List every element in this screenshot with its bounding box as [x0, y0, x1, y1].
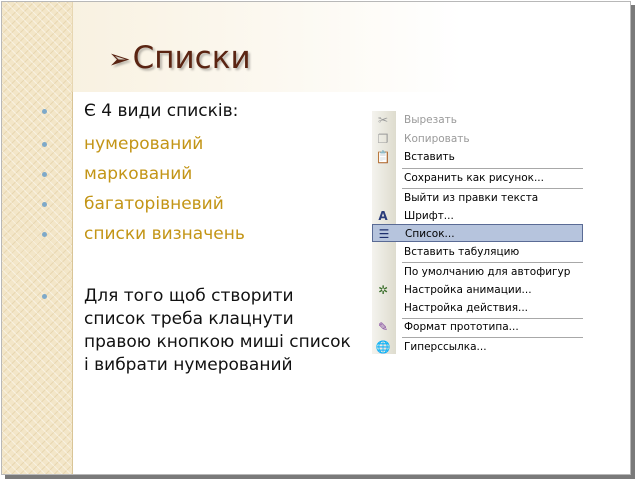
- bullet-text: нумерований: [84, 134, 204, 154]
- instruction-paragraph: Для того щоб створити список треба клацн…: [42, 285, 351, 377]
- paste-icon: 📋: [375, 150, 391, 164]
- menu-item-label: Настройка действия...: [404, 302, 529, 314]
- bullet-dot-icon: [42, 202, 47, 207]
- menu-item-label: Настройка анимации...: [404, 284, 532, 296]
- bullet-text: багаторівневий: [84, 194, 224, 214]
- menu-item-label: Список...: [405, 228, 455, 240]
- bullet-dot-icon: [42, 142, 47, 147]
- bullet-text: списки визначень: [84, 224, 245, 244]
- bullet-text: маркований: [84, 164, 193, 184]
- animation-icon: ✲: [377, 283, 389, 297]
- bullet-dot-icon: [42, 294, 47, 299]
- menu-item-label: Вырезать: [404, 114, 457, 126]
- menu-item-label: Вставить табуляцию: [404, 246, 520, 258]
- menu-item-insert-tab[interactable]: Вставить табуляцию: [372, 243, 583, 261]
- menu-item-paste[interactable]: 📋 Вставить: [372, 148, 583, 166]
- menu-item-exit-text-edit[interactable]: Выйти из правки текста: [372, 189, 583, 207]
- menu-item-cut[interactable]: ✂ Вырезать: [372, 111, 583, 129]
- bullet-item: списки визначень: [42, 223, 245, 245]
- menu-item-hyperlink[interactable]: 🌐 Гиперссылка...: [372, 338, 583, 356]
- paragraph-line: правою кнопкою миші список: [84, 332, 351, 352]
- bullet-item: маркований: [42, 163, 193, 185]
- menu-item-label: Гиперссылка...: [404, 341, 487, 353]
- menu-item-copy[interactable]: ❐ Копировать: [372, 130, 583, 148]
- bullet-dot-icon: [42, 172, 47, 177]
- paragraph-line: і вибрати нумерований: [84, 355, 293, 375]
- hyperlink-icon: 🌐: [375, 340, 391, 354]
- menu-item-save-as-picture[interactable]: Сохранить как рисунок...: [372, 169, 583, 187]
- paragraph-line: список треба клацнути: [84, 309, 294, 329]
- bullet-dot-icon: [42, 232, 47, 237]
- font-icon: A: [378, 209, 388, 223]
- menu-item-label: По умолчанию для автофигур: [404, 266, 571, 278]
- format-icon: ✎: [377, 320, 389, 334]
- list-icon: ☰: [378, 227, 390, 241]
- bullet-text: Є 4 види списків:: [84, 101, 239, 121]
- menu-item-label: Вставить: [404, 151, 455, 163]
- menu-item-label: Копировать: [404, 133, 470, 145]
- menu-item-action-settings[interactable]: Настройка действия...: [372, 299, 583, 317]
- menu-item-label: Выйти из правки текста: [404, 192, 539, 204]
- menu-item-list[interactable]: ☰ Список...: [372, 224, 583, 242]
- slide: ➢ Списки Є 4 види списків: нумерований м…: [1, 1, 631, 475]
- copy-icon: ❐: [377, 132, 389, 146]
- bullet-item: багаторівневий: [42, 193, 224, 215]
- menu-item-format-placeholder[interactable]: ✎ Формат прототипа...: [372, 318, 583, 336]
- paragraph-line: Для того щоб створити: [84, 286, 294, 306]
- menu-item-label: Шрифт...: [404, 210, 454, 222]
- bullet-item: Є 4 види списків:: [42, 100, 239, 122]
- menu-item-label: Формат прототипа...: [404, 321, 519, 333]
- context-menu: ✂ Вырезать ❐ Копировать 📋 Вставить Сохра…: [372, 111, 583, 354]
- menu-item-animation[interactable]: ✲ Настройка анимации...: [372, 281, 583, 299]
- menu-item-font[interactable]: A Шрифт...: [372, 207, 583, 225]
- scissors-icon: ✂: [377, 113, 389, 127]
- bullet-dot-icon: [42, 109, 47, 114]
- menu-item-default-autoshape[interactable]: По умолчанию для автофигур: [372, 263, 583, 281]
- bullet-item: нумерований: [42, 133, 204, 155]
- menu-item-label: Сохранить как рисунок...: [404, 172, 544, 184]
